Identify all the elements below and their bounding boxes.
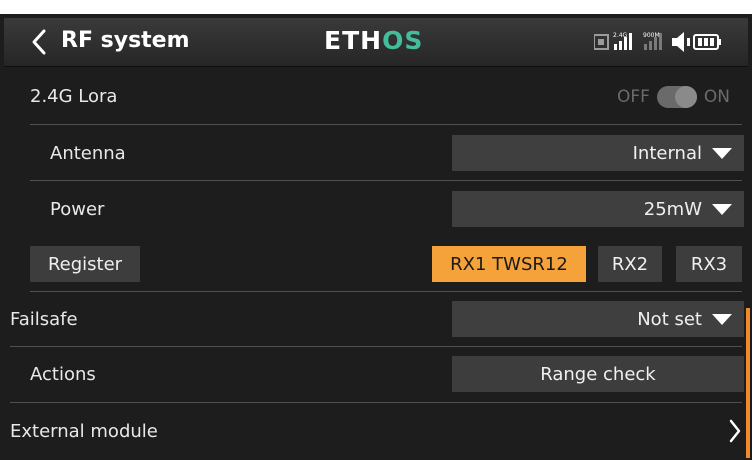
external-module-label: External module	[10, 421, 158, 442]
range-check-button[interactable]: Range check	[452, 356, 744, 392]
row-antenna: Antenna Internal	[0, 126, 752, 181]
antenna-value: Internal	[632, 142, 702, 164]
volume-icon	[672, 32, 690, 52]
scrollbar[interactable]	[746, 308, 750, 458]
toggle-track	[656, 86, 697, 108]
toggle-knob	[674, 86, 697, 108]
top-border	[0, 0, 752, 14]
divider	[30, 124, 742, 125]
antenna-dropdown[interactable]: Internal	[452, 135, 744, 171]
lora-toggle[interactable]: OFF ON	[617, 86, 730, 108]
divider	[10, 402, 742, 403]
rx1-button[interactable]: RX1 TWSR12	[432, 246, 586, 282]
row-lora: 2.4G Lora OFF ON	[0, 70, 752, 125]
toggle-on-label: ON	[703, 87, 730, 107]
row-failsafe: Failsafe Not set	[0, 292, 752, 347]
register-button[interactable]: Register	[30, 246, 140, 282]
rx3-button[interactable]: RX3	[676, 246, 742, 282]
header-bar: RF system ETHOS 2.4G 900M	[4, 18, 748, 67]
logo-text: ETH	[324, 26, 383, 55]
power-dropdown[interactable]: 25mW	[452, 191, 744, 227]
logo-accent-text: OS	[382, 26, 424, 55]
failsafe-dropdown[interactable]: Not set	[452, 301, 744, 337]
screen: RF system ETHOS 2.4G 900M 2.4G Lora OFF …	[0, 0, 752, 460]
signal-24g-label: 2.4G	[613, 32, 628, 39]
power-value: 25mW	[643, 198, 702, 220]
status-icons: 2.4G 900M	[593, 30, 744, 54]
lora-label: 2.4G Lora	[30, 86, 118, 107]
row-power: Power 25mW	[0, 182, 752, 236]
signal-900m-icon: 900M	[643, 32, 662, 50]
row-actions: Actions Range check	[0, 348, 752, 403]
chevron-right-icon	[728, 418, 742, 448]
rx2-button[interactable]: RX2	[598, 246, 662, 282]
chevron-down-icon	[712, 147, 732, 159]
chevron-down-icon	[712, 203, 732, 215]
logo: ETHOS	[324, 26, 423, 55]
power-label: Power	[50, 199, 105, 220]
signal-24g-icon: 2.4G	[613, 32, 632, 50]
divider	[10, 346, 742, 347]
chevron-left-icon	[32, 29, 46, 55]
failsafe-value: Not set	[637, 308, 702, 330]
toggle-off-label: OFF	[616, 87, 650, 107]
page-title: RF system	[61, 28, 190, 53]
battery-icon	[693, 34, 721, 50]
row-register: Register RX1 TWSR12 RX2 RX3	[0, 236, 752, 292]
chevron-down-icon	[712, 313, 732, 325]
row-external-module[interactable]: External module	[0, 404, 752, 458]
failsafe-label: Failsafe	[10, 309, 78, 330]
divider	[30, 180, 742, 181]
signal-900m-label: 900M	[643, 32, 660, 39]
back-button[interactable]	[26, 27, 52, 57]
antenna-label: Antenna	[50, 143, 126, 164]
actions-label: Actions	[30, 364, 96, 385]
